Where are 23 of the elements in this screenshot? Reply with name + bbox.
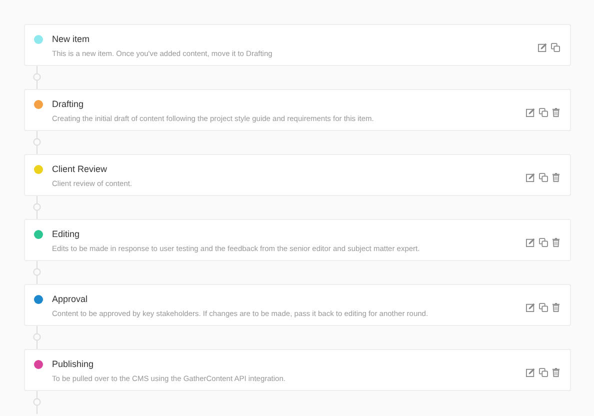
edit-icon[interactable] xyxy=(526,368,535,377)
copy-icon[interactable] xyxy=(539,303,548,312)
step-title: Editing xyxy=(52,228,81,240)
step-title: Drafting xyxy=(52,98,85,110)
copy-icon[interactable] xyxy=(551,43,560,52)
edit-icon[interactable] xyxy=(526,238,535,247)
edit-icon[interactable] xyxy=(526,303,535,312)
step-title: Publishing xyxy=(52,358,95,370)
edit-icon[interactable] xyxy=(526,173,535,182)
trash-icon[interactable] xyxy=(552,368,560,377)
trash-icon[interactable] xyxy=(552,238,560,247)
step-title: New item xyxy=(52,33,91,45)
trash-icon[interactable] xyxy=(552,173,560,182)
copy-icon[interactable] xyxy=(539,368,548,377)
edit-icon[interactable] xyxy=(526,108,535,117)
trash-icon[interactable] xyxy=(552,303,560,312)
copy-icon[interactable] xyxy=(539,173,548,182)
copy-icon[interactable] xyxy=(539,238,548,247)
trash-icon[interactable] xyxy=(552,108,560,117)
copy-icon[interactable] xyxy=(539,108,548,117)
step-title: Approval xyxy=(52,293,89,305)
step-title: Client Review xyxy=(52,163,108,175)
edit-icon[interactable] xyxy=(538,43,547,52)
